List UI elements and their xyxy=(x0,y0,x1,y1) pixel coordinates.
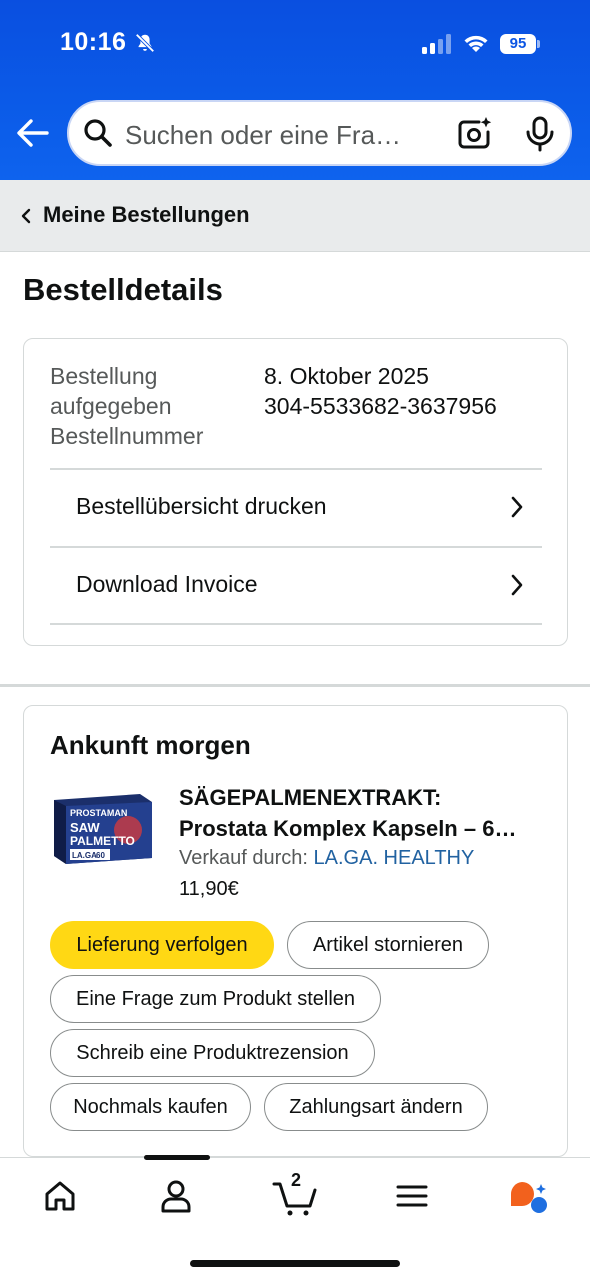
search-bar[interactable]: Suchen oder eine Fra… xyxy=(67,100,572,166)
product-title-line1: SÄGEPALMENEXTRAKT: xyxy=(179,785,442,810)
product-image-line2: PALMETTO xyxy=(70,834,135,848)
camera-search-icon[interactable] xyxy=(457,116,493,152)
bell-muted-icon xyxy=(135,33,155,53)
order-details-card: Bestellung aufgegeben Bestellnummer 8. O… xyxy=(23,338,568,646)
account-icon[interactable] xyxy=(156,1176,196,1216)
download-invoice-row[interactable]: Download Invoice xyxy=(50,547,542,624)
product-image[interactable]: PROSTAMAN SAW PALMETTO LA.GA 60 xyxy=(50,792,154,866)
home-indicator xyxy=(190,1260,400,1267)
arrival-status: Ankunft morgen xyxy=(50,730,251,760)
product-image-line1: SAW xyxy=(70,820,100,835)
battery-icon: 95 xyxy=(500,34,540,54)
order-number-label: Bestellnummer xyxy=(50,423,204,449)
order-date-label: Bestellung aufgegeben xyxy=(50,363,172,419)
divider xyxy=(50,623,542,625)
battery-level: 95 xyxy=(500,34,536,54)
chevron-right-icon xyxy=(511,496,523,518)
product-title[interactable]: SÄGEPALMENEXTRAKT: Prostata Komplex Kaps… xyxy=(179,782,549,844)
product-image-maker: LA.GA xyxy=(72,851,97,860)
bottom-navigation: 2 xyxy=(0,1155,590,1280)
back-arrow-icon[interactable] xyxy=(14,114,52,152)
cancel-item-button[interactable]: Artikel stornieren xyxy=(287,921,489,969)
active-tab-indicator xyxy=(144,1155,210,1160)
shipment-card: Ankunft morgen PROSTAMAN SAW PALMETTO LA… xyxy=(23,705,568,1157)
search-input[interactable]: Suchen oder eine Fra… xyxy=(125,120,430,151)
track-package-button[interactable]: Lieferung verfolgen xyxy=(50,921,274,969)
breadcrumb[interactable]: Meine Bestellungen xyxy=(0,180,590,252)
menu-icon[interactable] xyxy=(392,1176,432,1216)
seller-link[interactable]: LA.GA. HEALTHY xyxy=(314,847,475,869)
product-title-line2: Prostata Komplex Kapseln – 6… xyxy=(179,816,517,841)
print-summary-label: Bestellübersicht drucken xyxy=(76,493,327,519)
chevron-left-icon xyxy=(21,208,31,224)
page-title: Bestelldetails xyxy=(23,272,223,307)
app-header: 10:16 95 Suchen oder eine Fra… xyxy=(0,0,590,180)
microphone-icon[interactable] xyxy=(523,116,557,152)
seller-prefix: Verkauf durch: xyxy=(179,847,314,869)
cellular-signal-icon xyxy=(422,34,451,54)
order-date-value: 8. Oktober 2025 xyxy=(264,363,429,389)
order-details-values: 8. Oktober 2025 304-5533682-3637956 xyxy=(264,361,497,421)
write-review-button[interactable]: Schreib eine Produktrezension xyxy=(50,1029,375,1077)
download-invoice-label: Download Invoice xyxy=(76,571,258,597)
status-time: 10:16 xyxy=(60,28,127,56)
product-price: 11,90€ xyxy=(179,878,239,900)
breadcrumb-label[interactable]: Meine Bestellungen xyxy=(43,202,250,228)
home-icon[interactable] xyxy=(40,1176,80,1216)
rufus-assistant-icon[interactable] xyxy=(508,1176,550,1216)
chevron-right-icon xyxy=(511,574,523,596)
wifi-icon xyxy=(464,35,488,52)
section-divider xyxy=(0,684,590,687)
seller-info: Verkauf durch: LA.GA. HEALTHY xyxy=(179,847,474,870)
buy-again-button[interactable]: Nochmals kaufen xyxy=(50,1083,251,1131)
change-payment-button[interactable]: Zahlungsart ändern xyxy=(264,1083,488,1131)
order-details-labels: Bestellung aufgegeben Bestellnummer xyxy=(50,361,250,451)
print-summary-row[interactable]: Bestellübersicht drucken xyxy=(50,469,542,546)
order-number-value: 304-5533682-3637956 xyxy=(264,393,497,419)
product-image-brand: PROSTAMAN xyxy=(70,808,127,818)
product-image-count: 60 xyxy=(96,851,105,860)
ask-question-button[interactable]: Eine Frage zum Produkt stellen xyxy=(50,975,381,1023)
search-icon xyxy=(84,119,112,147)
cart-count-badge: 2 xyxy=(291,1170,302,1190)
